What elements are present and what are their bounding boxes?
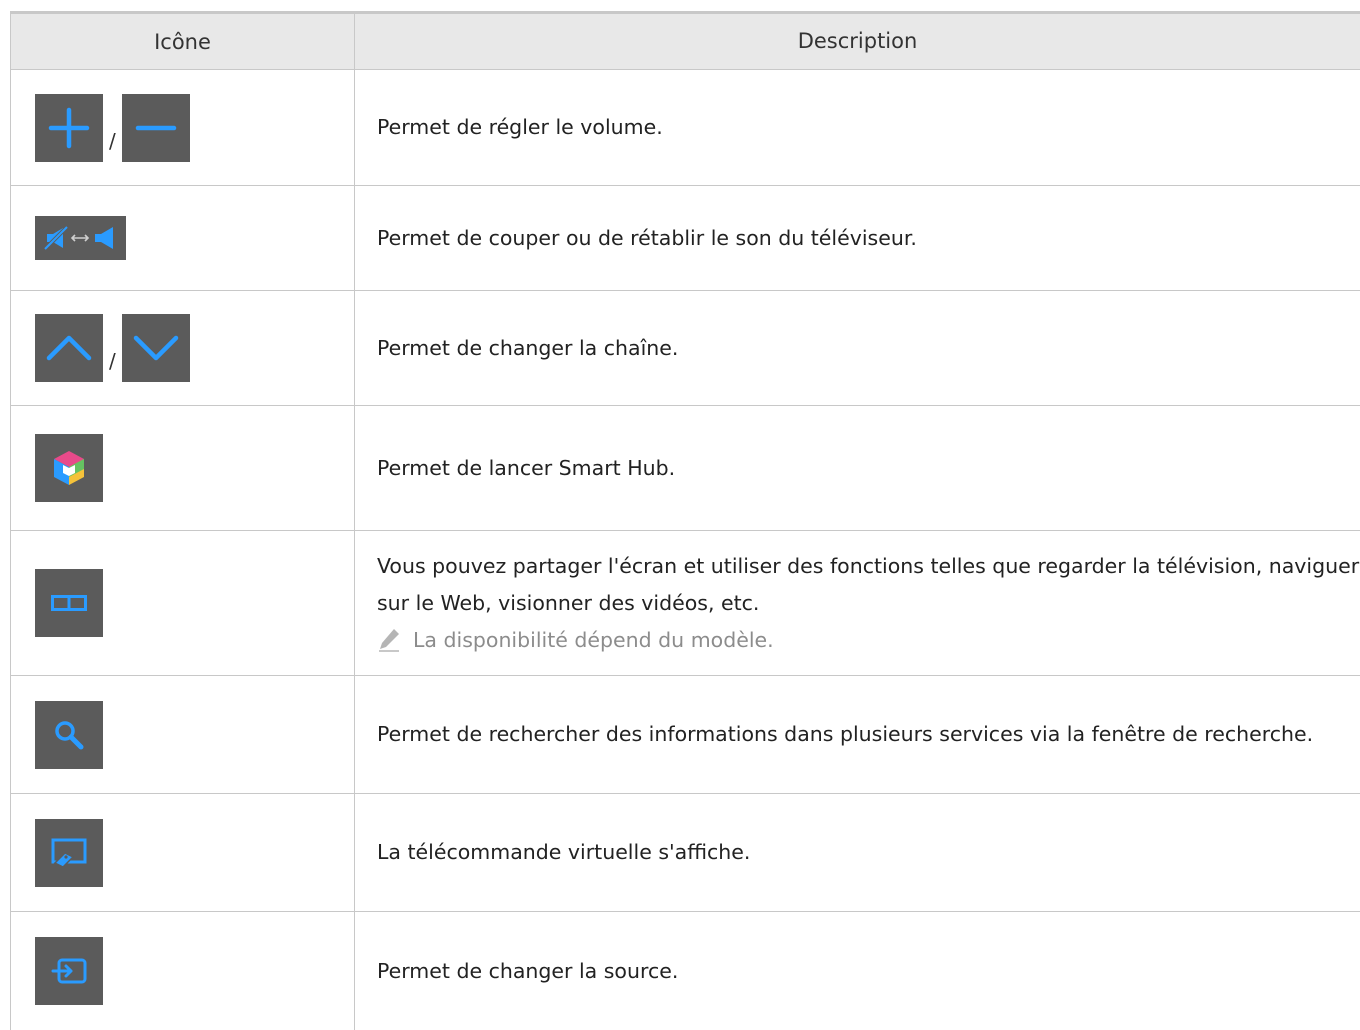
description-cell: Permet de changer la source. — [377, 958, 679, 983]
icon-description-table: Icône Description / Permet de régler le … — [10, 11, 1360, 1030]
table-row: La télécommande virtuelle s'affiche. — [10, 794, 1360, 912]
split-screen-icon[interactable] — [35, 569, 103, 637]
separator: / — [109, 128, 116, 153]
table-row: Permet de rechercher des informations da… — [10, 676, 1360, 794]
icon-cell — [10, 406, 355, 530]
description-cell: Permet de changer la chaîne. — [377, 335, 679, 360]
note: La disponibilité dépend du modèle. — [377, 622, 1360, 659]
description-text: Vous pouvez partager l'écran et utiliser… — [377, 553, 1360, 615]
description-cell: Vous pouvez partager l'écran et utiliser… — [355, 531, 1360, 675]
mute-toggle-icon[interactable] — [35, 216, 126, 260]
separator: / — [109, 349, 116, 373]
table-row: Vous pouvez partager l'écran et utiliser… — [10, 531, 1360, 676]
table-row: Permet de couper ou de rétablir le son d… — [10, 186, 1360, 291]
chevron-down-icon[interactable] — [121, 314, 190, 382]
pencil-note-icon — [379, 629, 399, 652]
description-cell: Permet de couper ou de rétablir le son d… — [377, 225, 917, 250]
note-text: La disponibilité dépend du modèle. — [413, 627, 774, 652]
table-header-row: Icône Description — [10, 14, 1360, 70]
icon-cell — [10, 531, 355, 675]
smart-hub-icon[interactable] — [35, 434, 103, 502]
icon-cell — [10, 676, 355, 793]
header-icon-column: Icône — [10, 14, 355, 69]
table-row: / Permet de régler le volume. — [10, 70, 1360, 186]
virtual-remote-icon[interactable] — [35, 818, 103, 887]
table-row: Permet de lancer Smart Hub. — [10, 406, 1360, 531]
description-cell: Permet de régler le volume. — [377, 115, 663, 139]
icon-cell — [10, 186, 355, 290]
search-icon[interactable] — [35, 700, 103, 769]
source-icon[interactable] — [35, 937, 103, 1005]
header-description-column: Description — [797, 29, 918, 53]
description-cell: Permet de rechercher des informations da… — [377, 722, 1314, 746]
description-cell: Permet de lancer Smart Hub. — [377, 455, 676, 480]
chevron-up-icon[interactable] — [35, 314, 103, 382]
icon-cell — [10, 912, 355, 1030]
minus-icon[interactable] — [121, 93, 190, 162]
table-row: Permet de changer la source. — [10, 912, 1360, 1030]
table-row: / Permet de changer la chaîne. — [10, 291, 1360, 406]
description-cell: La télécommande virtuelle s'affiche. — [377, 840, 751, 864]
icon-cell: / — [10, 70, 355, 185]
plus-icon[interactable] — [35, 93, 103, 162]
icon-cell: / — [10, 291, 355, 405]
icon-cell — [10, 794, 355, 911]
